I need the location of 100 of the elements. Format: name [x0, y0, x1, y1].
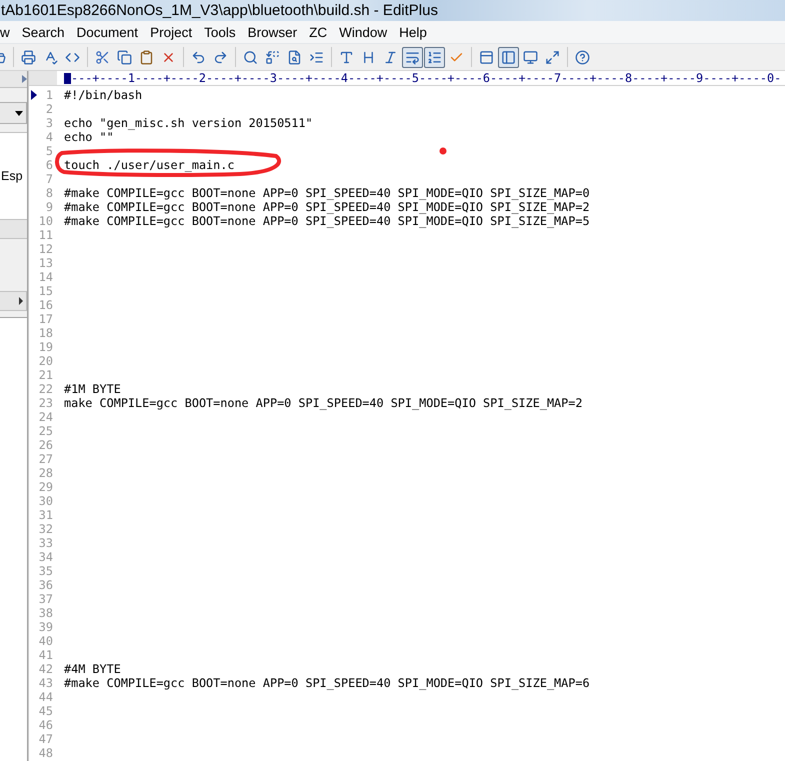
menu-item[interactable]: Document: [70, 24, 144, 40]
line-number: 12: [38, 242, 53, 256]
line-number: 31: [38, 508, 53, 522]
line-number: 29: [38, 480, 53, 494]
cut-icon: [95, 50, 110, 64]
line-number: 24: [38, 410, 53, 424]
code-line: #!/bin/bash: [64, 88, 142, 102]
line-number: 34: [38, 550, 53, 564]
line-number: 30: [38, 494, 53, 508]
heading-icon: [361, 50, 376, 64]
line-number: 36: [38, 578, 53, 592]
line-number: 8: [44, 186, 53, 200]
line-number: 1: [44, 88, 53, 102]
spellcheck-icon: [43, 50, 58, 64]
maximize-icon: [545, 50, 560, 64]
menu-item[interactable]: Search: [16, 24, 71, 40]
line-number: 7: [44, 172, 53, 186]
line-number: 16: [38, 298, 53, 312]
line-number: 35: [38, 564, 53, 578]
code-line: make COMPILE=gcc BOOT=none APP=0 SPI_SPEED=40 SPI_MODE=QIO SPI_SIZE_MAP=2: [64, 396, 582, 410]
numbered-list-icon: [427, 50, 442, 64]
search-icon: [243, 50, 258, 64]
code-line: #make COMPILE=gcc BOOT=none APP=0 SPI_SPEED=40 SPI_MODE=QIO SPI_SIZE_MAP=0: [64, 186, 590, 200]
line-number: 25: [38, 424, 53, 438]
code-line: #1M BYTE: [64, 382, 121, 396]
line-number: 11: [38, 228, 53, 242]
line-number: 33: [38, 536, 53, 550]
line-number: 42: [38, 662, 53, 676]
line-number: 28: [38, 466, 53, 480]
copy-icon: [117, 50, 132, 64]
ruler-cursor: [64, 72, 71, 84]
menu-item[interactable]: Tools: [198, 24, 242, 40]
indent-icon: [309, 50, 324, 64]
replace-icon: [265, 50, 280, 64]
line-number: 10: [38, 214, 53, 228]
undo-icon: [191, 50, 206, 64]
line-number: 39: [38, 620, 53, 634]
italic-icon: [383, 50, 398, 64]
folder-label[interactable]: Esp: [1, 169, 23, 183]
code-line: echo "gen_misc.sh version 20150511": [64, 116, 313, 130]
line-number: 23: [38, 396, 53, 410]
line-number: 47: [38, 732, 53, 746]
line-number: 17: [38, 312, 53, 326]
ruler-scale: ---+----1----+----2----+----3----+----4----+----5----+----6----+----7----+----8----+----9----+----0-: [71, 72, 782, 84]
line-number: 38: [38, 606, 53, 620]
line-number: 43: [38, 676, 53, 690]
line-number: 19: [38, 340, 53, 354]
code-line: #4M BYTE: [64, 662, 121, 676]
menu-item[interactable]: w: [0, 24, 16, 40]
line-number: 2: [44, 102, 53, 116]
caret-icon: [15, 110, 23, 116]
line-number: 5: [44, 144, 53, 158]
monitor-icon: [523, 50, 538, 64]
font-icon: [339, 50, 354, 64]
line-number: 13: [38, 256, 53, 270]
line-number: 21: [38, 368, 53, 382]
line-number: 32: [38, 522, 53, 536]
toolbar-button[interactable]: [402, 46, 423, 68]
line-number: 45: [38, 704, 53, 718]
annotation-dot: [440, 148, 446, 154]
line-number: 14: [38, 270, 53, 284]
line-number: 18: [38, 326, 53, 340]
word-wrap-icon: [405, 50, 420, 64]
toolbar-button[interactable]: [498, 46, 519, 68]
code-line: #make COMPILE=gcc BOOT=none APP=0 SPI_SPEED=40 SPI_MODE=QIO SPI_SIZE_MAP=5: [64, 214, 590, 228]
line-number: 48: [38, 746, 53, 760]
menu-item[interactable]: Window: [333, 24, 394, 40]
line-number: 27: [38, 452, 53, 466]
help-icon: [575, 50, 590, 64]
code-line: #make COMPILE=gcc BOOT=none APP=0 SPI_SPEED=40 SPI_MODE=QIO SPI_SIZE_MAP=2: [64, 200, 590, 214]
scroll-button[interactable]: [0, 291, 27, 311]
menu-item[interactable]: Browser: [242, 24, 304, 40]
line-number: 15: [38, 284, 53, 298]
line-number: 26: [38, 438, 53, 452]
print-icon: [21, 50, 36, 64]
code-line: #make COMPILE=gcc BOOT=none APP=0 SPI_SPEED=40 SPI_MODE=QIO SPI_SIZE_MAP=6: [64, 676, 590, 690]
line-number: 40: [38, 634, 53, 648]
line-number: 20: [38, 354, 53, 368]
line-number: 4: [44, 130, 53, 144]
dropdown[interactable]: [0, 102, 27, 124]
line-number: 41: [38, 648, 53, 662]
menu-item[interactable]: ZC: [303, 24, 334, 40]
line-number: 9: [44, 200, 53, 214]
line-number: 6: [44, 158, 53, 172]
panel-icon: [479, 50, 494, 64]
paste-icon: [139, 50, 154, 64]
line-number: 44: [38, 690, 53, 704]
line-number: 3: [44, 116, 53, 130]
arrow-right-icon: [22, 75, 27, 83]
line-number: 37: [38, 592, 53, 606]
code-line: touch ./user/user_main.c: [64, 158, 234, 172]
code-line: echo "": [64, 130, 114, 144]
file-search-icon: [287, 50, 302, 64]
redo-icon: [213, 50, 228, 64]
sidebar-panel-icon: [501, 50, 516, 64]
menu-item[interactable]: Project: [144, 24, 198, 40]
menu-item[interactable]: Help: [393, 24, 433, 40]
toolbar-button[interactable]: [424, 46, 445, 68]
arrow-right-icon: [19, 297, 23, 305]
line-number: 22: [38, 382, 53, 396]
